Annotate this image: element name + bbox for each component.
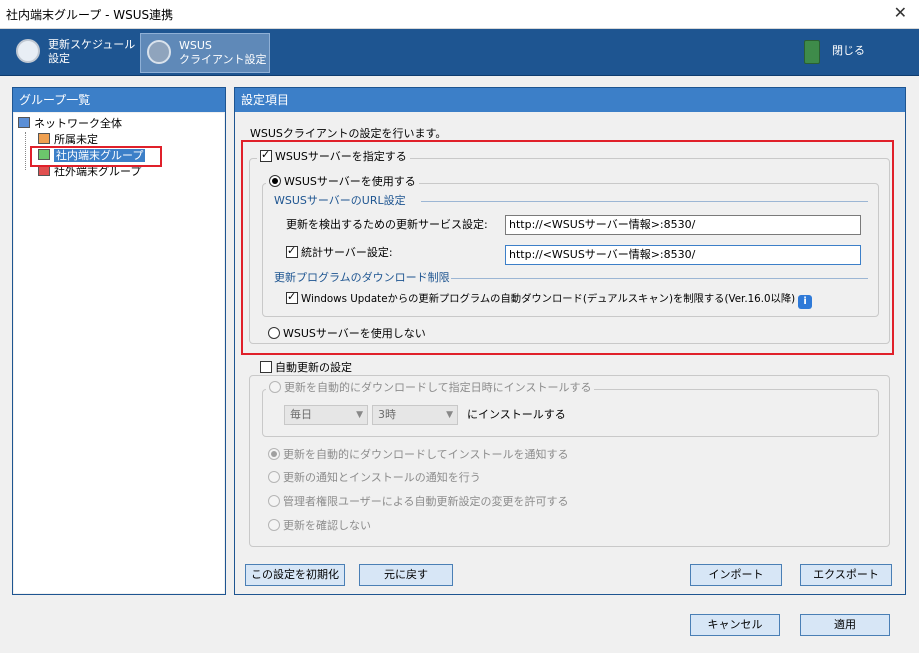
schedule-install-label: 更新を自動的にダウンロードして指定日時にインストールする bbox=[284, 381, 592, 394]
close-button[interactable]: 閉じる bbox=[800, 33, 890, 71]
settings-header: 設定項目 bbox=[235, 88, 905, 112]
admin-change-label: 管理者権限ユーザーによる自動更新設定の変更を許可する bbox=[283, 495, 569, 508]
close-window-icon[interactable]: ✕ bbox=[894, 3, 907, 22]
schedule-label-line2: 設定 bbox=[48, 52, 70, 65]
group-list-header: グループ一覧 bbox=[13, 88, 225, 112]
day-select[interactable]: 毎日 ▼ bbox=[284, 405, 368, 425]
import-button[interactable]: インポート bbox=[690, 564, 782, 586]
export-button[interactable]: エクスポート bbox=[800, 564, 892, 586]
schedule-install-radio-dot[interactable] bbox=[269, 381, 281, 393]
notify-both-radio[interactable]: 更新の通知とインストールの通知を行う bbox=[268, 471, 481, 485]
notify-install-radio-dot[interactable] bbox=[268, 448, 280, 460]
wsus-label-line2: クライアント設定 bbox=[179, 53, 267, 66]
admin-change-radio[interactable]: 管理者権限ユーザーによる自動更新設定の変更を許可する bbox=[268, 495, 568, 509]
chevron-down-icon: ▼ bbox=[356, 410, 363, 420]
time-select-value: 3時 bbox=[378, 408, 396, 421]
schedule-label-line1: 更新スケジュール bbox=[48, 38, 136, 51]
notify-both-radio-dot[interactable] bbox=[268, 471, 280, 483]
network-icon bbox=[18, 117, 30, 128]
install-suffix: にインストールする bbox=[467, 408, 566, 421]
cancel-button[interactable]: キャンセル bbox=[690, 614, 780, 636]
reset-settings-button[interactable]: この設定を初期化 bbox=[245, 564, 345, 586]
tree-connector bbox=[25, 132, 27, 170]
wsus-label-line1: WSUS bbox=[179, 39, 212, 52]
group-list-panel: グループ一覧 ネットワーク全体 所属未定 社内端末グループ 社外端末グループ bbox=[12, 87, 226, 595]
auto-update-checkbox[interactable]: 自動更新の設定 bbox=[257, 361, 355, 375]
highlight-wsus-settings bbox=[241, 140, 894, 355]
apply-button[interactable]: 適用 bbox=[800, 614, 890, 636]
auto-update-label: 自動更新の設定 bbox=[275, 361, 352, 374]
day-select-value: 毎日 bbox=[290, 408, 312, 421]
admin-change-radio-dot[interactable] bbox=[268, 495, 280, 507]
settings-description: WSUSクライアントの設定を行います。 bbox=[250, 127, 447, 140]
no-check-label: 更新を確認しない bbox=[283, 519, 371, 532]
notify-both-label: 更新の通知とインストールの通知を行う bbox=[283, 471, 481, 484]
toolbar: 更新スケジュール 設定 WSUS クライアント設定 閉じる bbox=[0, 29, 919, 76]
folder-orange-icon bbox=[38, 133, 50, 144]
window-title: 社内端末グループ - WSUS連携 bbox=[6, 8, 174, 22]
auto-update-check[interactable] bbox=[260, 361, 272, 373]
settings-panel: 設定項目 WSUSクライアントの設定を行います。 WSUSサーバーを指定する W… bbox=[234, 87, 906, 595]
tree-item-network-root[interactable]: ネットワーク全体 bbox=[18, 116, 122, 132]
group-tree: ネットワーク全体 所属未定 社内端末グループ 社外端末グループ bbox=[14, 113, 224, 593]
clock-icon bbox=[16, 39, 40, 63]
time-select[interactable]: 3時 ▼ bbox=[372, 405, 458, 425]
no-check-radio[interactable]: 更新を確認しない bbox=[268, 519, 371, 533]
no-check-radio-dot[interactable] bbox=[268, 519, 280, 531]
wsus-client-settings-button[interactable]: WSUS クライアント設定 bbox=[140, 33, 270, 73]
update-schedule-button[interactable]: 更新スケジュール 設定 bbox=[10, 33, 136, 71]
chevron-down-icon: ▼ bbox=[446, 410, 453, 420]
door-exit-icon bbox=[804, 40, 820, 64]
notify-install-radio[interactable]: 更新を自動的にダウンロードしてインストールを通知する bbox=[268, 448, 568, 462]
tree-label-root: ネットワーク全体 bbox=[34, 117, 122, 130]
notify-install-label: 更新を自動的にダウンロードしてインストールを通知する bbox=[283, 448, 569, 461]
revert-button[interactable]: 元に戻す bbox=[359, 564, 453, 586]
close-label: 閉じる bbox=[832, 44, 865, 57]
gear-icon bbox=[147, 40, 171, 64]
schedule-install-radio[interactable]: 更新を自動的にダウンロードして指定日時にインストールする bbox=[266, 381, 595, 395]
highlight-selected-group bbox=[30, 146, 162, 167]
tree-label-unassigned: 所属未定 bbox=[54, 133, 98, 146]
title-bar: 社内端末グループ - WSUS連携 ✕ bbox=[0, 0, 919, 29]
